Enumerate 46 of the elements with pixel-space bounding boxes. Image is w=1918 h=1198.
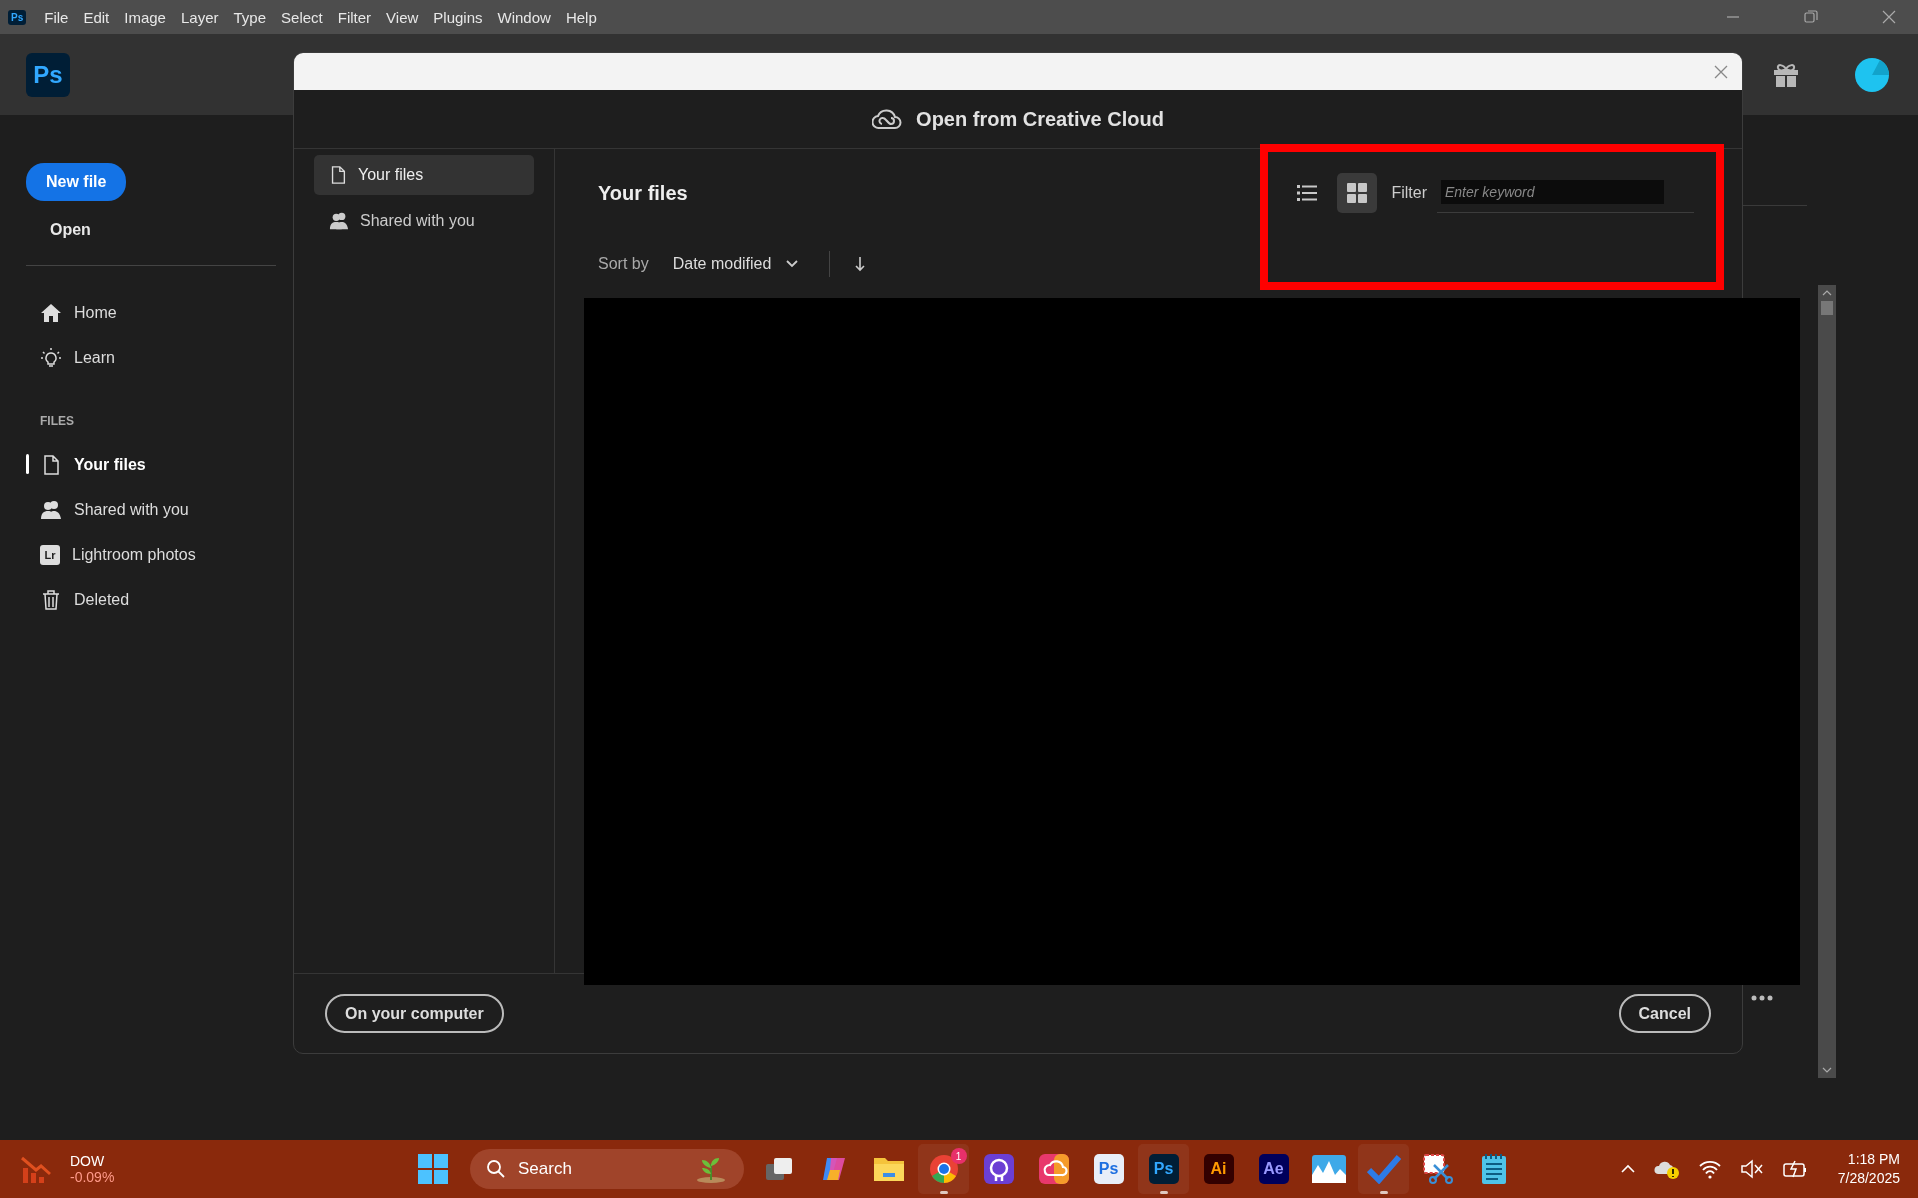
menu-item[interactable]: Layer xyxy=(180,8,219,26)
sidebar-item[interactable]: Your files xyxy=(26,442,146,487)
taskbar-button[interactable]: Ae xyxy=(1248,1144,1299,1194)
sidebar-item[interactable]: Learn xyxy=(26,335,117,380)
notification-badge: 1 xyxy=(950,1148,967,1164)
filter-field[interactable]: Enter keyword xyxy=(1441,179,1664,204)
section-title: Your files xyxy=(598,181,688,205)
photoshop-icon[interactable]: Ps xyxy=(1093,1154,1124,1184)
menu-item[interactable]: Select xyxy=(281,8,323,26)
taskbar-button[interactable]: Ps xyxy=(1138,1144,1189,1194)
menu-item[interactable]: Image xyxy=(124,8,166,26)
menu-item[interactable]: View xyxy=(386,8,419,26)
menu-item[interactable]: Edit xyxy=(83,8,110,26)
sort-label: Sort by xyxy=(598,255,649,273)
search-field[interactable]: Search xyxy=(470,1149,744,1189)
clock[interactable]: 1:18 PM 7/28/2025 xyxy=(1837,1150,1900,1188)
app-logo: Ps xyxy=(26,52,70,97)
on-your-computer-button[interactable]: On your computer xyxy=(325,994,504,1033)
sidebar-item[interactable]: Deleted xyxy=(26,577,130,622)
photoshop-icon[interactable]: Ps xyxy=(1148,1154,1179,1184)
stock-widget[interactable]: DOW -0.09% xyxy=(20,1145,413,1193)
open-button[interactable]: Open xyxy=(50,215,91,245)
new-file-button[interactable]: New file xyxy=(26,163,127,201)
taskbar-button[interactable]: 1 xyxy=(918,1144,969,1194)
menu-item[interactable]: Type xyxy=(233,8,267,26)
taskbar-button[interactable]: Ai xyxy=(1193,1144,1244,1194)
menu-item[interactable]: Plugins xyxy=(433,8,483,26)
taskbar-button[interactable]: Ps xyxy=(1083,1144,1134,1194)
sidebar-item[interactable]: Home xyxy=(26,290,117,335)
sidebar-item[interactable]: Shared with you xyxy=(26,487,189,532)
after-effects-icon[interactable]: Ae xyxy=(1258,1154,1289,1184)
sidebar-item[interactable]: Lr Lightroom photos xyxy=(26,532,196,577)
app-icon[interactable]: Ps xyxy=(8,9,27,25)
sort-dropdown[interactable]: Date modified xyxy=(672,251,800,277)
menu-item[interactable]: File xyxy=(44,8,69,26)
section-heading: FILES xyxy=(40,414,74,428)
nav-item[interactable]: Shared with you xyxy=(314,201,534,241)
lightroom-icon: Lr xyxy=(40,544,60,565)
illustrator-icon[interactable]: Ai xyxy=(1203,1154,1234,1184)
menu-item[interactable]: Help xyxy=(565,8,597,26)
cancel-button[interactable]: Cancel xyxy=(1618,994,1711,1033)
menu-item[interactable]: Filter xyxy=(337,8,372,26)
filter-label: Filter xyxy=(1391,184,1427,202)
nav-item[interactable]: Your files xyxy=(314,155,534,195)
dialog-title: Open from Creative Cloud xyxy=(916,107,1164,131)
menu-item[interactable]: Window xyxy=(497,8,551,26)
